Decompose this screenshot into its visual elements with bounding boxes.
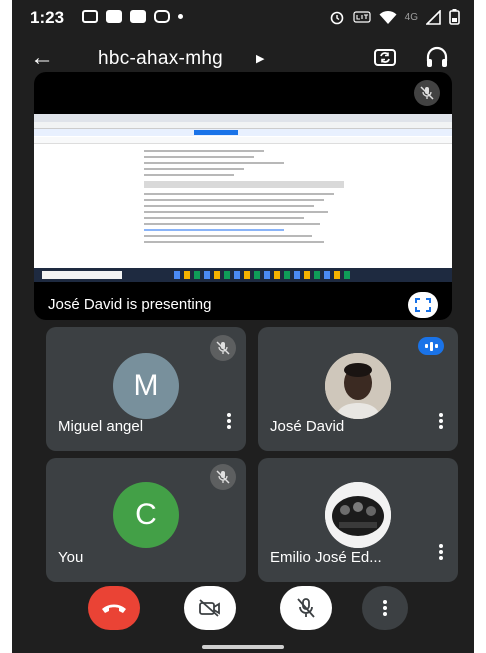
wifi-icon — [379, 10, 397, 24]
participant-tile-jose-david[interactable]: José David — [258, 327, 458, 451]
mic-off-icon — [210, 464, 236, 490]
avatar: C — [113, 482, 179, 548]
meeting-details-caret-icon[interactable]: ▶ — [256, 52, 264, 65]
system-icons: 4G — [329, 9, 460, 25]
signal-icon — [426, 9, 441, 25]
profile-photo — [325, 482, 391, 548]
fullscreen-button[interactable] — [408, 292, 438, 318]
call-controls — [12, 586, 474, 636]
volte-icon — [353, 11, 371, 23]
presentation-tile[interactable]: José David is presenting — [34, 72, 452, 320]
participant-tile-miguel[interactable]: M Miguel angel — [46, 327, 246, 451]
presenter-mic-off-icon — [414, 80, 440, 106]
headphones-audio-output-icon[interactable] — [424, 44, 450, 75]
participant-name: You — [58, 549, 84, 566]
profile-photo — [325, 353, 391, 419]
participant-name: Emilio José Ed... — [270, 549, 382, 566]
youtube-notification-icon — [106, 10, 122, 23]
more-options-button[interactable] — [362, 586, 408, 630]
participant-tile-emilio[interactable]: Emilio José Ed... — [258, 458, 458, 582]
status-time: 1:23 — [30, 8, 65, 27]
alarm-icon — [330, 11, 343, 25]
more-notifications-dot-icon — [178, 14, 183, 19]
camera-toggle-button[interactable] — [184, 586, 236, 630]
camera-off-icon — [199, 599, 220, 617]
notification-icons — [82, 10, 183, 23]
cast-notification-icon — [82, 10, 98, 23]
status-bar: 1:23 4G — [12, 0, 474, 36]
network-type-label: 4G — [404, 11, 418, 23]
meeting-code[interactable]: hbc-ahax-mhg — [98, 48, 223, 70]
home-indicator — [202, 645, 284, 649]
fullscreen-icon — [415, 298, 431, 312]
back-arrow-icon[interactable]: ← — [30, 44, 54, 72]
more-vert-icon — [383, 600, 387, 616]
end-call-icon — [102, 604, 126, 613]
participant-name: José David — [270, 418, 345, 435]
mic-toggle-button[interactable] — [280, 586, 332, 630]
switch-camera-icon[interactable] — [372, 44, 398, 75]
battery-icon — [449, 9, 460, 25]
more-options-icon[interactable] — [438, 412, 444, 435]
more-options-icon[interactable] — [438, 543, 444, 566]
mic-off-icon — [210, 335, 236, 361]
speaking-indicator-icon — [418, 337, 444, 355]
avatar: M — [113, 353, 179, 419]
presenting-label: José David is presenting — [48, 296, 212, 313]
meet-screen: 1:23 4G ← hbc-ahax-mhg ▶ José David is p… — [12, 0, 474, 653]
participant-name: Miguel angel — [58, 418, 144, 435]
mic-off-icon — [297, 598, 315, 618]
end-call-button[interactable] — [88, 586, 140, 630]
youtube-notification-icon-2 — [130, 10, 146, 23]
instagram-notification-icon — [154, 10, 170, 23]
more-options-icon[interactable] — [226, 412, 232, 435]
participant-tile-you[interactable]: C You — [46, 458, 246, 582]
shared-screen-content — [34, 114, 452, 282]
